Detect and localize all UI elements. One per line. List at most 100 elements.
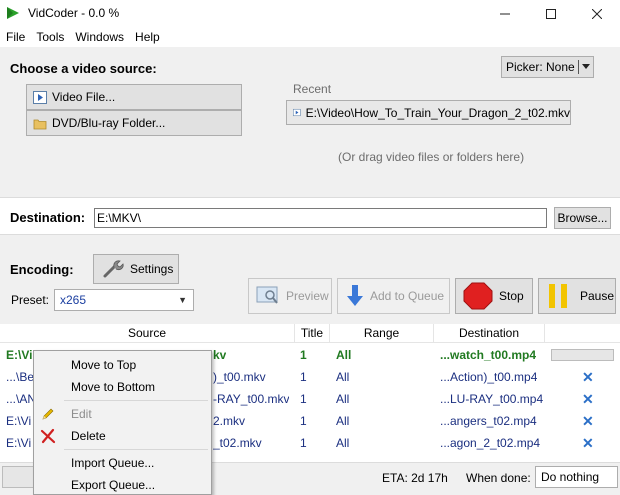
when-done-label: When done: (466, 471, 531, 485)
video-file-button[interactable]: Video File... (26, 84, 242, 110)
row-destination: ...watch_t00.mp4 (440, 348, 537, 362)
row-range: All (336, 370, 350, 384)
preview-label: Preview (286, 289, 329, 303)
chevron-down-icon: ▼ (178, 295, 187, 305)
row-range: All (336, 436, 350, 450)
preset-label: Preset: (11, 293, 50, 307)
row-source-tail: )_t00.mkv (213, 370, 266, 384)
row-destination: ...angers_t02.mp4 (440, 414, 537, 428)
menu-file[interactable]: File (1, 30, 30, 44)
menu-item-move-to-bottom[interactable]: Move to Bottom (34, 376, 211, 398)
overall-progress-bar (2, 466, 35, 488)
row-source-tail: _t02.mkv (213, 436, 262, 450)
destination-input[interactable] (94, 208, 547, 228)
destination-section: Destination: Browse... (0, 197, 620, 235)
when-done-value: Do nothing (541, 470, 600, 484)
source-section: Choose a video source: Video File... DVD… (0, 47, 620, 197)
column-destination[interactable]: Destination (434, 324, 545, 343)
minimize-button[interactable] (482, 0, 528, 27)
row-source: E:\Vi (6, 436, 32, 450)
recent-item-button[interactable]: E:\Video\How_To_Train_Your_Dragon_2_t02.… (286, 100, 571, 125)
menu-item-import-queue[interactable]: Import Queue... (34, 452, 211, 474)
row-title: 1 (300, 348, 307, 362)
row-progress-bar (551, 349, 614, 361)
maximize-button[interactable] (528, 0, 574, 27)
title-bar: VidCoder - 0.0 % (0, 0, 620, 27)
menu-separator (64, 400, 208, 401)
row-source: E:\Vi (6, 414, 32, 428)
window-title: VidCoder - 0.0 % (28, 6, 120, 20)
queue-context-menu: Move to Top Move to Bottom Edit Delete I… (33, 350, 212, 495)
menu-separator (64, 449, 208, 450)
dvd-folder-label: DVD/Blu-ray Folder... (52, 116, 166, 130)
row-title: 1 (300, 414, 307, 428)
close-button[interactable] (574, 0, 620, 27)
pencil-icon (42, 408, 54, 420)
menu-windows[interactable]: Windows (70, 30, 129, 44)
remove-icon[interactable]: ✕ (582, 432, 594, 454)
menu-item-move-to-top[interactable]: Move to Top (34, 354, 211, 376)
column-title[interactable]: Title (295, 324, 330, 343)
pause-label: Pause (580, 289, 615, 303)
video-file-icon (33, 90, 47, 104)
menu-item-edit[interactable]: Edit (34, 403, 211, 425)
picker-dropdown[interactable]: Picker: None (501, 56, 594, 78)
remove-icon[interactable]: ✕ (582, 410, 594, 432)
row-title: 1 (300, 392, 307, 406)
row-source: ...\Be (6, 370, 35, 384)
maximize-icon (546, 8, 556, 19)
row-source-tail: kv (213, 348, 227, 362)
settings-label: Settings (130, 262, 174, 276)
row-destination: ...Action)_t00.mp4 (440, 370, 538, 384)
preset-dropdown[interactable]: x265 ▼ (54, 289, 194, 311)
preview-icon (256, 286, 278, 304)
row-source: ...\AN (6, 392, 37, 406)
row-range: All (336, 348, 352, 362)
dvd-folder-button[interactable]: DVD/Blu-ray Folder... (26, 110, 242, 136)
remove-icon[interactable]: ✕ (582, 366, 594, 388)
picker-label: Picker: None (506, 60, 575, 74)
recent-item-label: E:\Video\How_To_Train_Your_Dragon_2_t02.… (305, 105, 570, 120)
recent-label: Recent (293, 82, 332, 96)
stop-label: Stop (499, 289, 524, 303)
row-title: 1 (300, 370, 307, 384)
remove-icon[interactable]: ✕ (582, 388, 594, 410)
encoding-section: Encoding: Settings Preset: x265 ▼ Previe… (0, 236, 620, 324)
edit-label: Edit (71, 407, 92, 421)
delete-x-icon (40, 428, 56, 444)
menu-item-delete[interactable]: Delete (34, 425, 211, 447)
row-range: All (336, 414, 350, 428)
add-to-queue-button[interactable]: Add to Queue (337, 278, 450, 314)
menu-item-export-queue[interactable]: Export Queue... (34, 474, 211, 495)
when-done-dropdown[interactable]: Do nothing (535, 466, 618, 488)
vidcoder-logo-icon (7, 7, 19, 19)
encoding-label: Encoding: (10, 262, 74, 277)
row-destination: ...LU-RAY_t00.mp4 (440, 392, 544, 406)
browse-button[interactable]: Browse... (554, 207, 611, 229)
stop-button[interactable]: Stop (455, 278, 533, 314)
video-file-label: Video File... (52, 90, 116, 104)
picker-separator (578, 60, 579, 74)
row-range: All (336, 392, 350, 406)
menu-help[interactable]: Help (130, 30, 165, 44)
eta-text: ETA: 2d 17h (382, 471, 448, 485)
column-source[interactable]: Source (0, 324, 295, 343)
menu-bar: File Tools Windows Help (0, 27, 620, 47)
add-to-queue-label: Add to Queue (370, 289, 445, 303)
column-range[interactable]: Range (330, 324, 434, 343)
row-title: 1 (300, 436, 307, 450)
preview-button[interactable]: Preview (248, 278, 332, 314)
pause-button[interactable]: Pause (538, 278, 616, 314)
source-heading: Choose a video source: (10, 61, 157, 76)
preset-value: x265 (60, 293, 87, 307)
drag-hint: (Or drag video files or folders here) (338, 150, 525, 164)
delete-label: Delete (71, 429, 106, 443)
menu-tools[interactable]: Tools (31, 30, 69, 44)
destination-label: Destination: (10, 210, 86, 225)
settings-button[interactable]: Settings (93, 254, 179, 284)
minimize-icon (500, 13, 510, 14)
folder-icon (33, 119, 47, 129)
pause-icon (549, 284, 567, 308)
row-source-tail: 2.mkv (213, 414, 246, 428)
stop-icon (463, 282, 493, 310)
